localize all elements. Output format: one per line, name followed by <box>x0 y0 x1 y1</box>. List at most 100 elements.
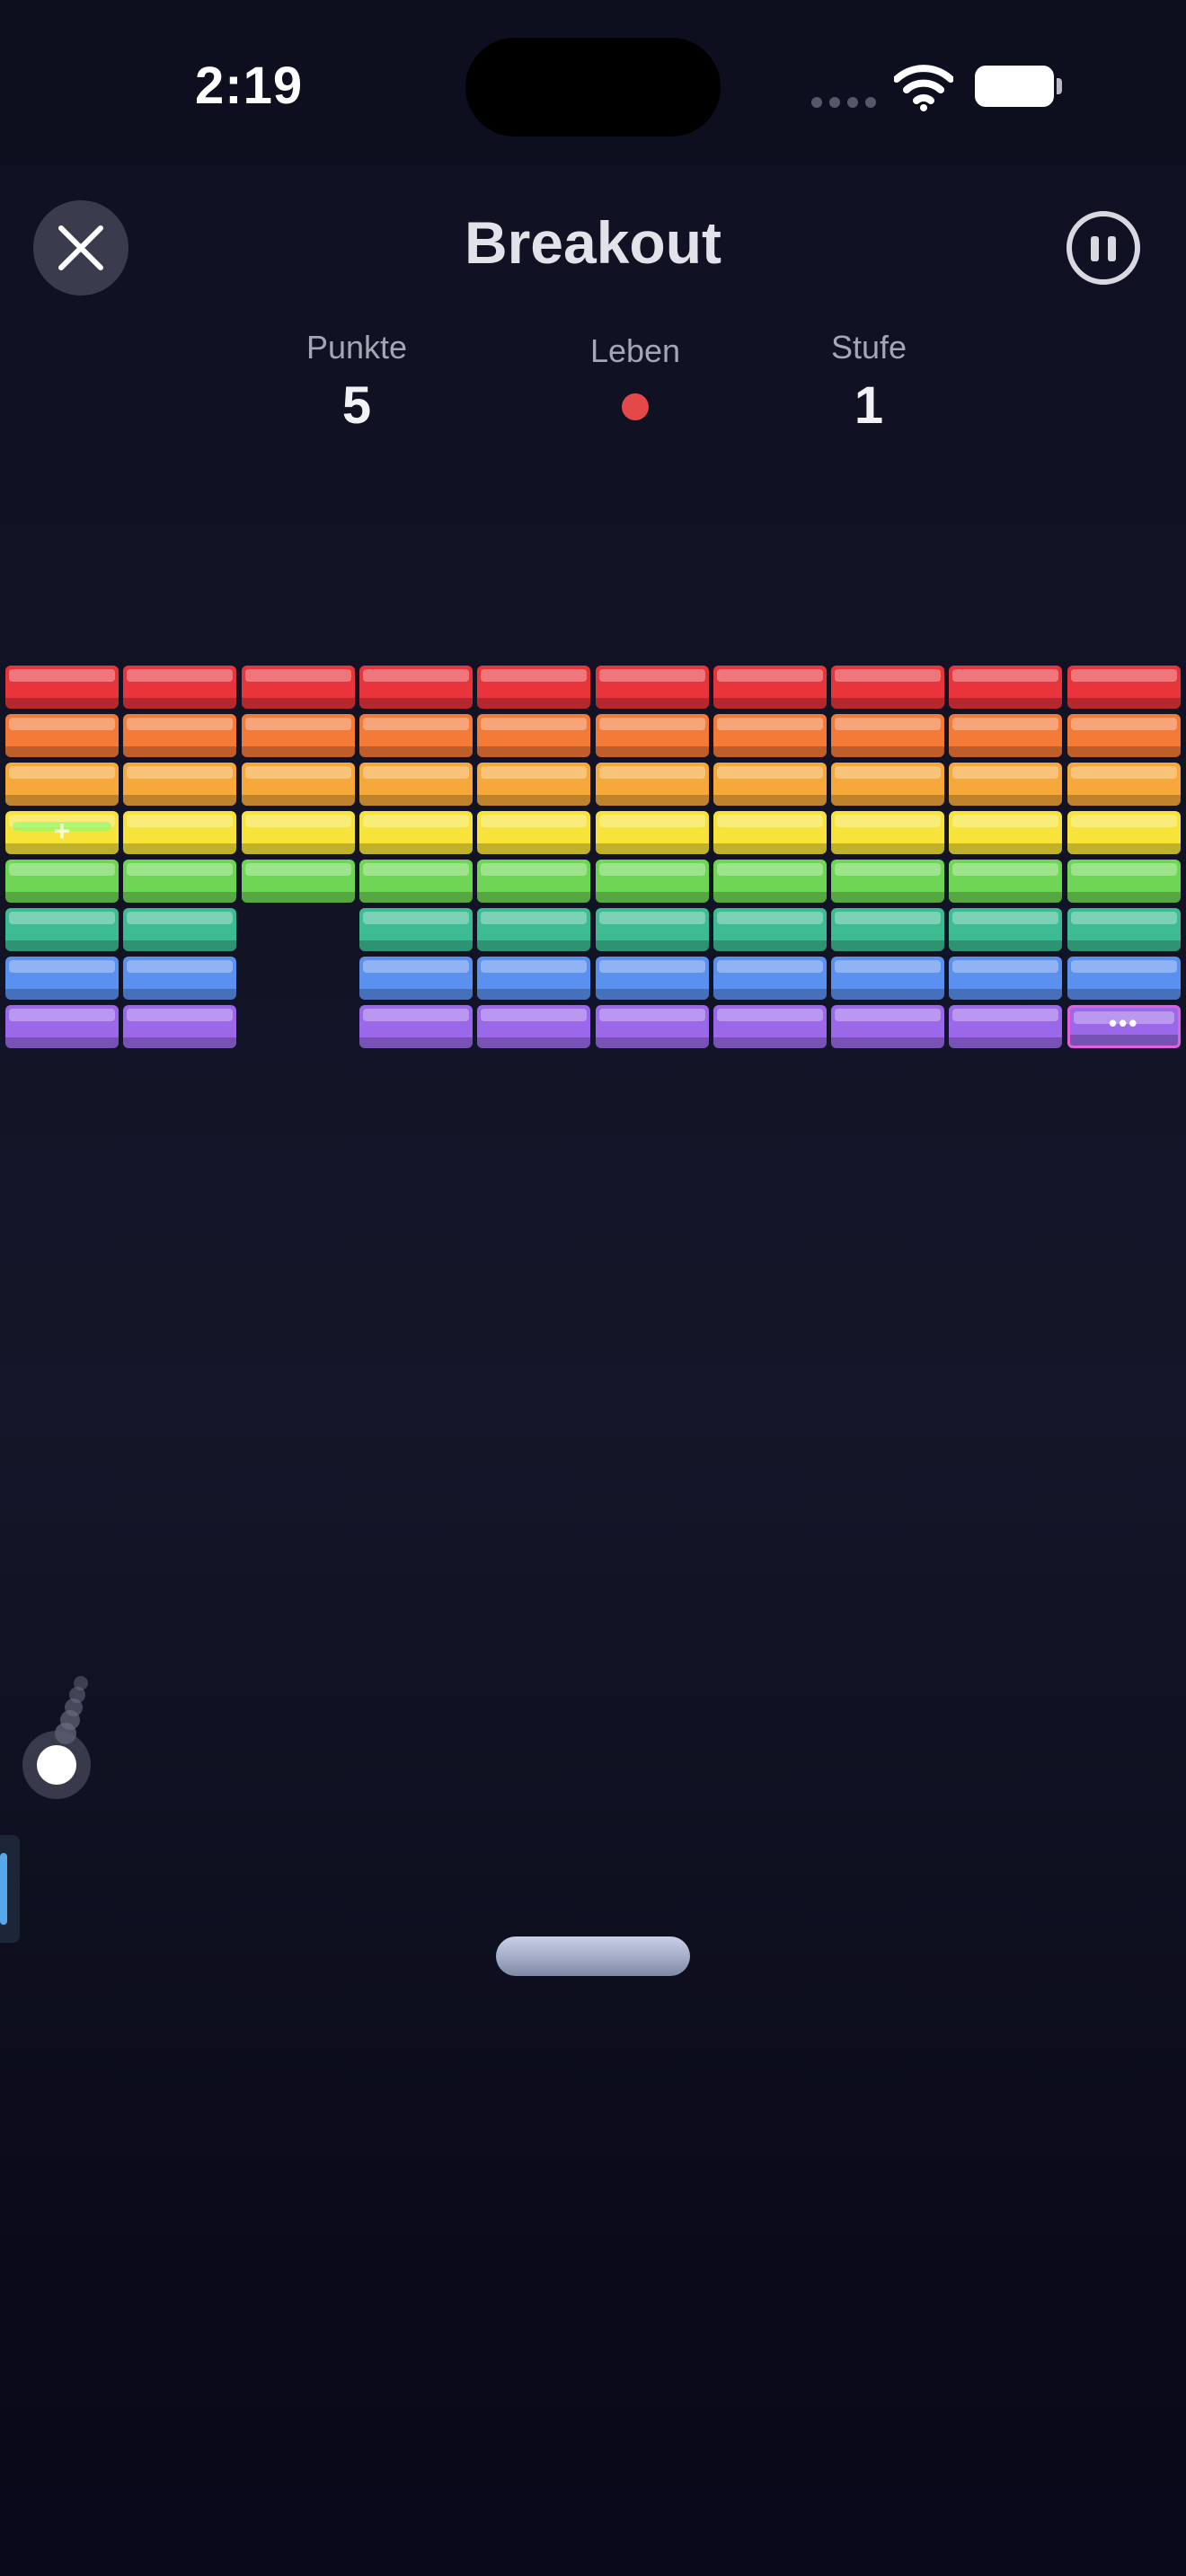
brick <box>123 714 237 757</box>
brick <box>358 957 473 1000</box>
brick <box>123 908 237 951</box>
pause-button[interactable] <box>1067 211 1140 285</box>
brick <box>5 860 119 903</box>
brick <box>595 908 709 951</box>
brick <box>949 1005 1063 1048</box>
brick <box>5 957 119 1000</box>
paddle[interactable] <box>496 1936 690 1976</box>
brick <box>123 811 237 854</box>
brick <box>358 763 473 806</box>
level-stat: Stufe 1 <box>770 329 968 436</box>
brick <box>712 811 827 854</box>
brick <box>712 1005 827 1048</box>
level-value: 1 <box>854 376 884 435</box>
brick <box>123 666 237 709</box>
brick <box>358 1005 473 1048</box>
ball <box>37 1745 76 1785</box>
brick <box>949 860 1063 903</box>
brick <box>595 811 709 854</box>
brick <box>712 908 827 951</box>
brick <box>358 908 473 951</box>
brick <box>477 763 591 806</box>
cellular-signal-icon <box>811 97 876 108</box>
brick <box>1067 763 1181 806</box>
brick <box>831 763 945 806</box>
brick <box>712 860 827 903</box>
brick <box>1067 908 1181 951</box>
brick <box>949 763 1063 806</box>
brick <box>477 908 591 951</box>
brick <box>477 860 591 903</box>
brick <box>949 908 1063 951</box>
brick <box>595 957 709 1000</box>
score-value: 5 <box>341 376 372 435</box>
brick <box>358 811 473 854</box>
battery-cap <box>1057 78 1062 94</box>
wifi-icon <box>894 65 953 111</box>
brick <box>241 666 355 709</box>
lives-stat: Leben <box>536 332 734 420</box>
powerup-brick: + <box>5 811 119 854</box>
brick <box>123 1005 237 1048</box>
brick <box>831 666 945 709</box>
brick <box>241 714 355 757</box>
brick <box>595 714 709 757</box>
brick <box>831 1005 945 1048</box>
pause-icon-bar <box>1108 236 1116 261</box>
score-label: Punkte <box>305 329 408 366</box>
brick <box>831 714 945 757</box>
brick <box>1067 666 1181 709</box>
lives-label: Leben <box>589 332 681 369</box>
pause-icon <box>1091 236 1099 261</box>
brick <box>1067 811 1181 854</box>
brick <box>712 666 827 709</box>
brick <box>831 860 945 903</box>
plus-icon: + <box>53 815 71 847</box>
level-label: Stufe <box>830 329 907 366</box>
brick <box>123 957 237 1000</box>
brick <box>358 860 473 903</box>
brick <box>358 714 473 757</box>
brick <box>1067 714 1181 757</box>
brick <box>5 1005 119 1048</box>
dynamic-island <box>465 38 721 137</box>
brick <box>477 957 591 1000</box>
brick <box>5 714 119 757</box>
brick <box>123 763 237 806</box>
brick <box>123 860 237 903</box>
brick <box>241 860 355 903</box>
life-indicator <box>622 393 649 420</box>
brick <box>831 908 945 951</box>
brick <box>949 811 1063 854</box>
brick <box>712 763 827 806</box>
brick <box>949 957 1063 1000</box>
brick <box>5 763 119 806</box>
brick <box>5 908 119 951</box>
brick <box>595 763 709 806</box>
brick <box>949 714 1063 757</box>
brick <box>595 860 709 903</box>
brick <box>241 763 355 806</box>
brick <box>712 957 827 1000</box>
brick <box>477 714 591 757</box>
score-stat: Punkte 5 <box>258 329 456 436</box>
brick <box>477 1005 591 1048</box>
brick <box>595 1005 709 1048</box>
brick <box>712 714 827 757</box>
status-bar: 2:19 <box>0 0 1186 165</box>
brick <box>477 811 591 854</box>
game-title: Breakout <box>464 209 722 276</box>
brick <box>595 666 709 709</box>
brick <box>1067 957 1181 1000</box>
side-handle-grip <box>0 1853 7 1925</box>
brick <box>241 811 355 854</box>
brick <box>831 811 945 854</box>
status-time: 2:19 <box>195 57 304 115</box>
brick <box>1067 860 1181 903</box>
brick <box>831 957 945 1000</box>
brick <box>949 666 1063 709</box>
brick <box>358 666 473 709</box>
brick <box>5 666 119 709</box>
powerup-brick: ••• <box>1067 1005 1181 1048</box>
brick <box>477 666 591 709</box>
